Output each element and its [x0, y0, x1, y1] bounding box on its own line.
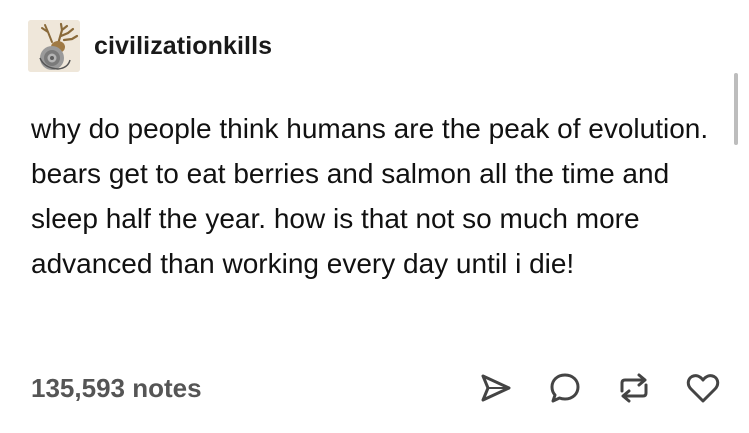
- post-body-text: why do people think humans are the peak …: [31, 113, 709, 279]
- reply-icon: [550, 373, 580, 403]
- post-username[interactable]: civilizationkills: [94, 32, 272, 61]
- reblog-icon: [620, 373, 648, 403]
- scrollbar[interactable]: [734, 73, 738, 145]
- post-body: why do people think humans are the peak …: [31, 106, 711, 286]
- post-header: civilizationkills: [28, 20, 272, 72]
- post-footer: 135,593 notes: [31, 364, 721, 412]
- elk-seal-avatar-icon: [28, 20, 80, 72]
- avatar[interactable]: [28, 20, 80, 72]
- like-button[interactable]: [685, 370, 721, 406]
- tumblr-post: civilizationkills why do people think hu…: [0, 0, 749, 433]
- heart-icon: [686, 374, 720, 403]
- share-icon: [481, 374, 511, 402]
- share-button[interactable]: [478, 370, 514, 406]
- reply-button[interactable]: [547, 370, 583, 406]
- notes-count[interactable]: 135,593 notes: [31, 373, 202, 404]
- reblog-button[interactable]: [616, 370, 652, 406]
- post-actions: [478, 364, 721, 412]
